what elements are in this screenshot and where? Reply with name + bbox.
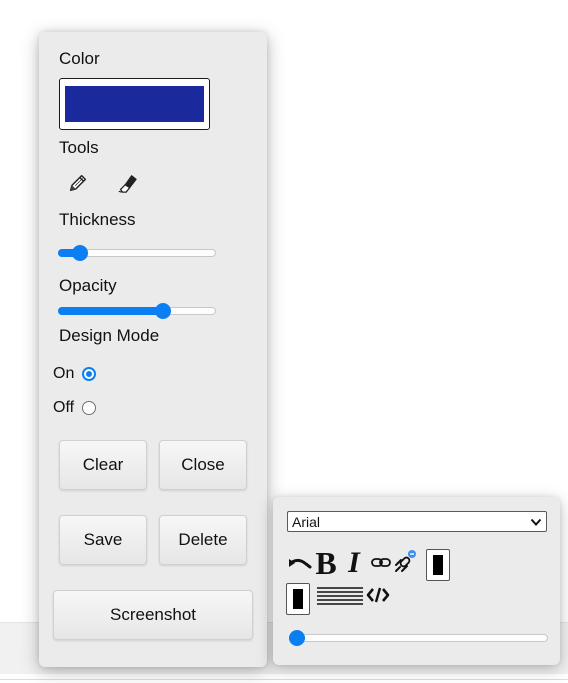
design-mode-on-row[interactable]: On <box>53 365 97 383</box>
thickness-slider[interactable] <box>58 244 216 262</box>
text-color-picker[interactable] <box>426 549 450 581</box>
opacity-label: Opacity <box>59 276 117 295</box>
background-color-swatch <box>293 589 303 609</box>
link-icon[interactable] <box>370 553 392 573</box>
unlink-icon[interactable] <box>392 547 418 575</box>
color-swatch <box>65 86 204 122</box>
design-mode-off-row[interactable]: Off <box>53 399 97 417</box>
clear-button[interactable]: Clear <box>59 440 147 490</box>
eraser-icon[interactable] <box>116 172 138 194</box>
text-color-swatch <box>433 555 443 575</box>
page-divider <box>0 679 568 680</box>
save-button[interactable]: Save <box>59 515 147 565</box>
thickness-label: Thickness <box>59 210 136 229</box>
design-mode-label: Design Mode <box>59 326 160 345</box>
opacity-slider[interactable] <box>58 302 216 320</box>
tools-label: Tools <box>59 138 99 157</box>
chevron-down-icon <box>530 518 542 526</box>
code-icon[interactable] <box>366 585 390 605</box>
color-picker[interactable] <box>59 78 210 130</box>
design-mode-off-radio[interactable] <box>82 401 97 415</box>
text-editor-toolbar: Arial B I <box>273 497 560 665</box>
close-button[interactable]: Close <box>159 440 247 490</box>
italic-button[interactable]: I <box>342 547 366 579</box>
bold-button[interactable]: B <box>311 547 341 579</box>
undo-icon[interactable] <box>286 553 312 577</box>
design-mode-on-label: On <box>53 365 75 382</box>
design-mode-off-label: Off <box>53 399 75 416</box>
screenshot-button[interactable]: Screenshot <box>53 590 253 640</box>
background-color-picker[interactable] <box>286 583 310 615</box>
font-family-value: Arial <box>292 513 321 530</box>
design-mode-on-radio[interactable] <box>82 367 97 381</box>
justify-icon[interactable] <box>315 585 365 607</box>
color-label: Color <box>59 49 100 68</box>
drawing-panel: Color Tools Thickness Opacity Design Mod… <box>39 32 267 667</box>
pencil-icon[interactable] <box>67 172 89 194</box>
font-family-select[interactable]: Arial <box>287 511 547 532</box>
delete-button[interactable]: Delete <box>159 515 247 565</box>
text-size-slider[interactable] <box>289 629 548 647</box>
